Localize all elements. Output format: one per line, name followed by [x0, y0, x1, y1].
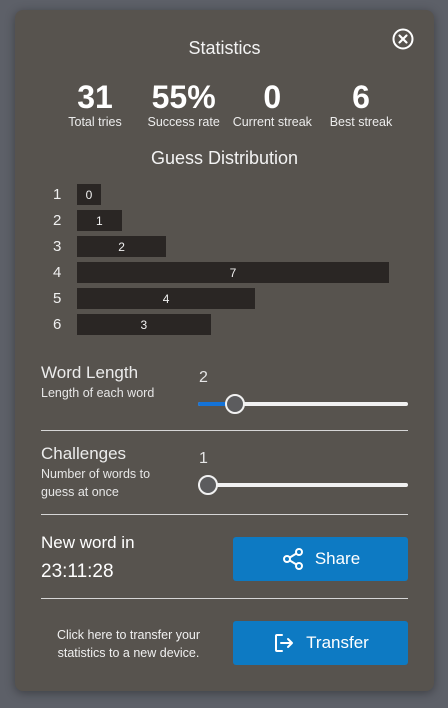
distribution-row: 5 4 — [53, 288, 393, 309]
transfer-description: Click here to transfer your statistics t… — [56, 628, 201, 660]
transfer-button-label: Transfer — [306, 633, 369, 652]
stat-value: 31 — [77, 79, 113, 115]
challenges-description: Number of words to guess at once — [41, 467, 151, 499]
challenges-value: 1 — [199, 450, 208, 467]
stat-success-rate: 55% Success rate — [142, 80, 226, 129]
stat-label: Total tries — [68, 115, 122, 129]
stat-current-streak: 0 Current streak — [230, 80, 314, 129]
slider-thumb[interactable] — [198, 475, 218, 495]
stat-total-tries: 31 Total tries — [53, 80, 137, 129]
divider — [41, 598, 408, 599]
distribution-bar: 3 — [77, 314, 211, 335]
stat-label: Best streak — [329, 115, 393, 129]
distribution-bar: 0 — [77, 184, 101, 205]
guess-distribution-title: Guess Distribution — [150, 148, 299, 168]
next-word-countdown: New word in 23:11:28 — [41, 533, 135, 583]
slider-thumb[interactable] — [224, 394, 245, 414]
share-button[interactable]: Share — [233, 537, 408, 581]
distribution-row: 6 3 — [53, 314, 393, 335]
distribution-guess-number: 6 — [53, 316, 62, 333]
distribution-bar: 4 — [77, 288, 256, 309]
stat-value: 0 — [263, 79, 282, 115]
distribution-bar: 7 — [77, 262, 389, 283]
challenges-slider[interactable]: 1 — [198, 450, 408, 496]
distribution-row: 2 1 — [53, 210, 393, 231]
stat-best-streak: 6 Best streak — [319, 80, 403, 129]
distribution-row: 1 0 — [53, 184, 393, 205]
stat-label: Current streak — [232, 115, 312, 129]
distribution-bar: 2 — [77, 236, 167, 257]
word-length-value: 2 — [199, 369, 208, 386]
countdown-label: New word in — [41, 533, 135, 552]
distribution-guess-number: 2 — [53, 212, 62, 229]
distribution-row: 4 7 — [53, 262, 393, 283]
distribution-guess-number: 5 — [53, 290, 62, 307]
countdown-time: 23:11:28 — [41, 561, 114, 582]
word-length-description: Length of each word — [41, 386, 155, 400]
modal-title: Statistics — [188, 38, 261, 58]
slider-track[interactable] — [198, 483, 408, 487]
distribution-bar: 1 — [77, 210, 122, 231]
sign-in-icon — [275, 634, 294, 652]
distribution-guess-number: 1 — [53, 186, 62, 203]
divider — [41, 514, 408, 515]
distribution-row: 3 2 — [53, 236, 393, 257]
word-length-slider[interactable]: 2 — [198, 369, 408, 415]
distribution-guess-number: 4 — [53, 264, 62, 281]
stat-value: 55% — [151, 79, 216, 115]
divider — [41, 430, 408, 431]
transfer-button[interactable]: Transfer — [233, 621, 408, 665]
share-button-label: Share — [314, 549, 361, 568]
stat-label: Success rate — [147, 115, 220, 129]
stats-row: 31 Total tries 55% Success rate 0 Curren… — [53, 80, 403, 129]
share-icon — [282, 548, 303, 570]
stat-value: 6 — [352, 79, 370, 115]
guess-distribution: 1 0 2 1 3 2 4 7 5 4 6 3 — [53, 184, 393, 340]
distribution-guess-number: 3 — [53, 238, 62, 255]
statistics-modal: Statistics 31 Total tries 55% Success ra… — [15, 10, 434, 691]
